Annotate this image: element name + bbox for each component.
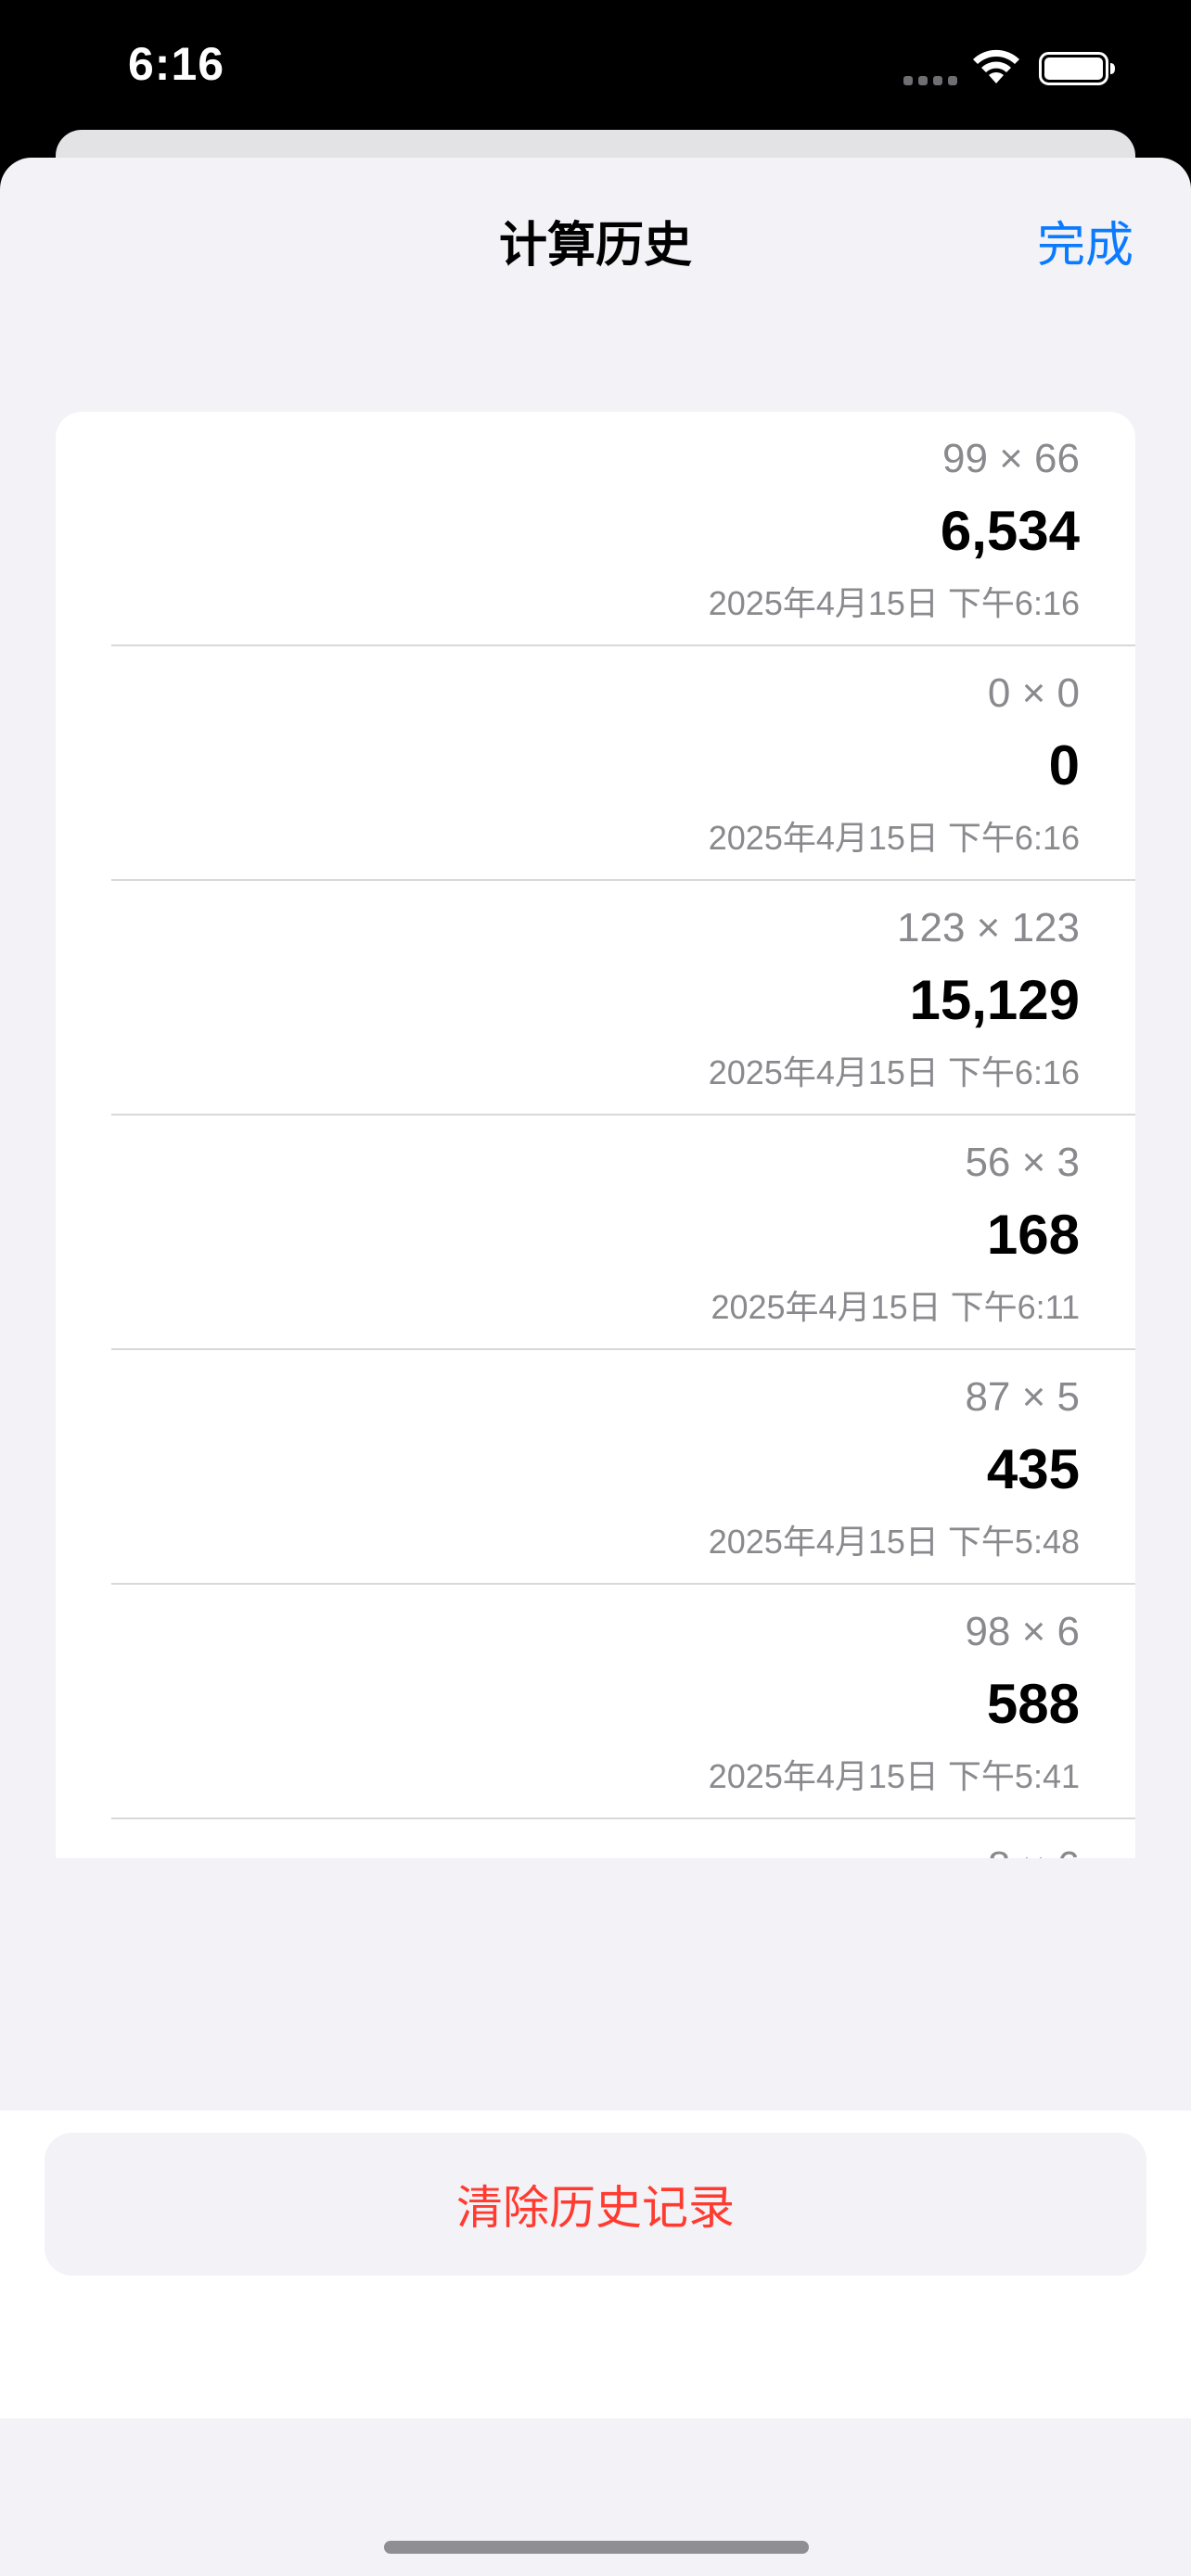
row-timestamp: 2025年4月15日 下午6:16 [708, 1053, 1080, 1091]
cellular-signal-icon [903, 72, 957, 85]
status-time: 6:16 [128, 38, 225, 90]
history-row[interactable]: 87 × 5 435 2025年4月15日 下午5:48 [56, 1350, 1135, 1585]
row-expression: 98 × 6 [965, 1609, 1080, 1654]
row-timestamp: 2025年4月15日 下午6:11 [711, 1288, 1080, 1326]
row-timestamp: 2025年4月15日 下午5:48 [708, 1523, 1080, 1561]
battery-icon [1039, 52, 1115, 85]
page-title: 计算历史 [498, 219, 692, 273]
row-expression: 8 × 6 [988, 1843, 1080, 1858]
history-row[interactable]: 8 × 6482025年4月15日 下午5:27 [56, 1819, 1135, 1858]
row-result: 588 [986, 1673, 1080, 1735]
row-result: 435 [986, 1438, 1080, 1500]
home-indicator [384, 2541, 809, 2554]
done-button[interactable]: 完成 [1037, 206, 1133, 275]
clear-history-button[interactable]: 清除历史记录 [45, 2133, 1146, 2276]
row-timestamp: 2025年4月15日 下午5:41 [708, 1757, 1080, 1795]
row-result: 0 [1048, 734, 1080, 797]
row-result: 15,129 [909, 969, 1080, 1031]
row-timestamp: 2025年4月15日 下午6:16 [708, 819, 1080, 857]
wifi-icon [973, 49, 1019, 83]
row-expression: 56 × 3 [965, 1140, 1080, 1185]
row-expression: 99 × 66 [941, 436, 1080, 481]
history-row[interactable]: 98 × 6 588 2025年4月15日 下午5:41 [56, 1585, 1135, 1819]
status-bar: 6:16 [0, 0, 1191, 139]
history-row[interactable]: 56 × 3 168 2025年4月15日 下午6:11 [56, 1116, 1135, 1350]
row-expression: 0 × 0 [987, 670, 1080, 716]
row-timestamp: 2025年4月15日 下午6:16 [708, 584, 1080, 622]
row-expression: 87 × 5 [965, 1374, 1080, 1420]
row-result: 168 [986, 1204, 1080, 1266]
row-expression: 123 × 123 [897, 905, 1080, 950]
history-row[interactable]: 123 × 123 15,129 2025年4月15日 下午6:16 [56, 881, 1135, 1116]
history-row[interactable]: 99 × 66 6,534 2025年4月15日 下午6:16 [56, 412, 1135, 646]
history-row[interactable]: 0 × 0 0 2025年4月15日 下午6:16 [56, 646, 1135, 881]
row-result: 6,534 [940, 500, 1080, 562]
history-list: 99 × 66 6,534 2025年4月15日 下午6:16 0 × 0 0 2025年… [56, 412, 1135, 1858]
